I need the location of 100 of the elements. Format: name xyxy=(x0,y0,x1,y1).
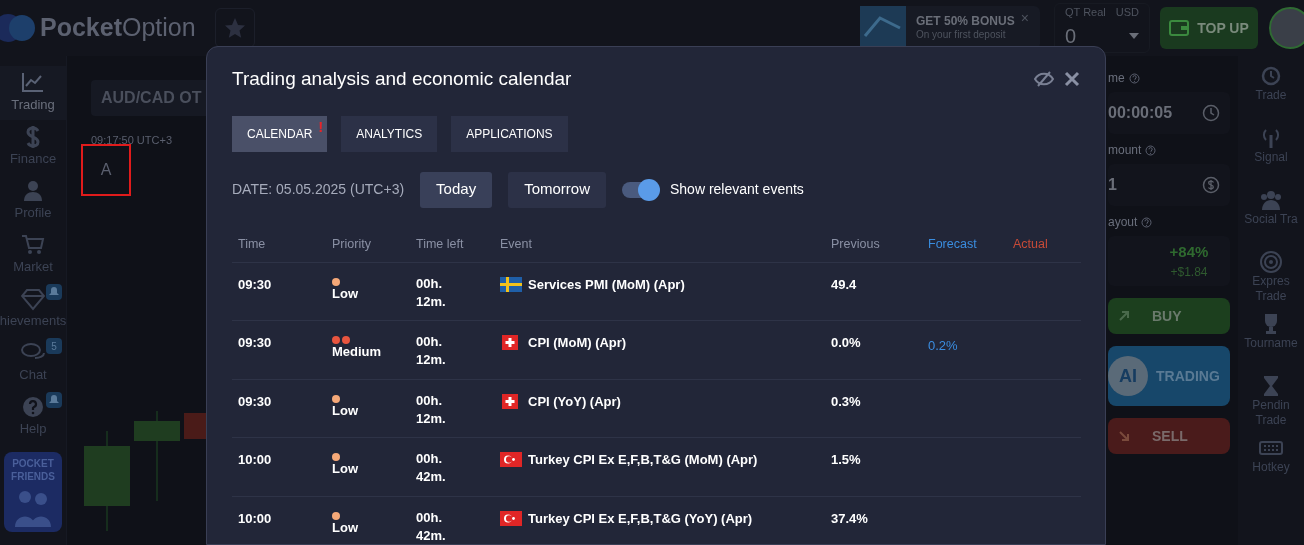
day-button[interactable]: Today xyxy=(420,171,493,208)
clock-icon xyxy=(1202,104,1220,122)
sell-button[interactable]: SELL xyxy=(1108,418,1230,454)
logo-text: PocketOption xyxy=(40,12,196,44)
payout-label: ayout xyxy=(1108,214,1138,231)
forecast-cell: 0.2% xyxy=(928,338,958,353)
eye-off-icon xyxy=(1034,71,1054,88)
right-sidebar-item[interactable]: Signal xyxy=(1238,126,1304,182)
previous-cell-text: 1.5% xyxy=(831,451,862,469)
day-button[interactable]: Tomorrow xyxy=(508,171,606,208)
column-header[interactable]: Event xyxy=(500,235,831,254)
event-cell-text: Services PMI (MoM) (Apr) xyxy=(528,275,685,294)
account-type: QT Real xyxy=(1065,5,1106,20)
time-left-cell-text: 00h. 12m. xyxy=(416,274,447,311)
wallet-icon xyxy=(1169,20,1190,36)
account-balance: 0 xyxy=(1065,23,1077,49)
target-icon xyxy=(1259,250,1283,274)
turkey-flag-icon xyxy=(500,510,522,526)
close-bonus-button[interactable]: × xyxy=(1020,8,1029,29)
dialog-title: Trading analysis and economic calendar xyxy=(232,67,572,91)
previous-cell-text: 0.3% xyxy=(831,392,862,411)
column-header[interactable]: Actual xyxy=(1013,235,1085,254)
sidebar-item[interactable]: Chat 5 xyxy=(0,336,66,390)
avatar-icon xyxy=(1268,6,1304,50)
previous-cell-text: 0.0% xyxy=(831,334,862,352)
payout-percent: +84% xyxy=(1169,241,1209,262)
help-icon xyxy=(21,395,45,420)
top-up-button[interactable]: TOP UP xyxy=(1160,7,1258,49)
time-label: me xyxy=(1108,70,1125,87)
priority-label: Low xyxy=(332,402,359,419)
event-cell-text: Turkey CPI Ex E,F,B,T&G (YoY) (Apr) xyxy=(528,509,753,528)
close-icon xyxy=(1064,71,1080,88)
time-left-cell-text: 00h. 12m. xyxy=(416,333,447,369)
date-label: DATE: 05.05.2025 (UTC+3) xyxy=(232,180,405,199)
dollar-circle-icon xyxy=(1202,176,1220,194)
toggle-label: Show relevant events xyxy=(670,180,804,199)
amount-field[interactable]: 1 xyxy=(1108,164,1230,206)
help-icon xyxy=(1145,144,1157,156)
right-sidebar-item[interactable]: Expres Trade xyxy=(1238,250,1304,306)
previous-cell-text: 37.4% xyxy=(831,509,869,528)
column-header[interactable]: Time xyxy=(238,235,332,254)
ai-badge: AI xyxy=(1108,356,1148,396)
column-header[interactable]: Forecast xyxy=(928,235,1013,254)
right-sidebar-item[interactable]: Social Tra xyxy=(1238,188,1304,244)
person-icon xyxy=(21,179,45,204)
time-cell-text: 09:30 xyxy=(238,392,273,411)
right-sidebar-item[interactable]: Trade xyxy=(1238,64,1304,120)
sidebar-item[interactable]: Finance xyxy=(0,120,66,174)
arrow-up-icon xyxy=(1118,310,1130,322)
event-cell-text: CPI (MoM) (Apr) xyxy=(528,334,627,352)
logo-icon xyxy=(0,13,36,43)
time-left-cell-text: 00h. 42m. xyxy=(416,450,447,486)
sidebar-item[interactable]: Market xyxy=(0,228,66,282)
ai-trading-button[interactable]: AI TRADING xyxy=(1108,346,1230,406)
sidebar-item[interactable]: Profile xyxy=(0,174,66,228)
time-cell-text: 09:30 xyxy=(238,275,273,294)
event-cell-text: Turkey CPI Ex E,F,B,T&G (MoM) (Apr) xyxy=(528,451,758,469)
help-icon xyxy=(1128,72,1140,84)
right-sidebar-item[interactable]: Tourname xyxy=(1238,312,1304,368)
account-currency: USD xyxy=(1115,5,1139,20)
column-header[interactable]: Time left xyxy=(416,235,500,254)
tab[interactable]: APPLICATIONS xyxy=(451,115,568,152)
sidebar-item[interactable]: Help xyxy=(0,390,66,444)
time-left-cell-text: 00h. 42m. xyxy=(416,508,447,545)
time-cell-text: 09:30 xyxy=(238,334,273,352)
right-sidebar-item[interactable]: Hotkey xyxy=(1238,436,1304,492)
sidebar-item[interactable]: Trading xyxy=(0,66,66,120)
time-left-cell-text: 00h. 12m. xyxy=(416,391,447,428)
diamond-icon xyxy=(21,287,45,312)
sweden-flag-icon xyxy=(500,276,522,292)
history-icon xyxy=(1259,64,1283,88)
column-header[interactable]: Previous xyxy=(831,235,928,254)
count-badge: 5 xyxy=(46,338,62,354)
caret-icon xyxy=(1129,32,1139,39)
time-cell-text: 10:00 xyxy=(238,509,273,528)
buy-button[interactable]: BUY xyxy=(1108,298,1230,334)
previous-cell-text: 49.4 xyxy=(831,275,858,294)
priority-label: Low xyxy=(332,285,359,302)
priority-label: Low xyxy=(332,519,359,536)
bonus-title: GET 50% BONUS xyxy=(916,14,1015,30)
priority-label: Low xyxy=(332,461,359,478)
star-icon xyxy=(224,17,246,39)
account-selector[interactable]: QT Real USD 0 xyxy=(1054,3,1150,53)
payout-amount: +$1.84 xyxy=(1170,264,1208,282)
turkey-flag-icon xyxy=(500,452,522,468)
column-header[interactable]: Priority xyxy=(332,235,416,254)
chart-marker[interactable]: A xyxy=(81,144,131,196)
hide-button[interactable] xyxy=(1034,71,1054,88)
relevant-toggle[interactable] xyxy=(622,181,658,198)
right-sidebar-item[interactable]: Pendin Trade xyxy=(1238,374,1304,430)
alert-mark: ! xyxy=(318,116,324,137)
close-button[interactable] xyxy=(1064,71,1080,88)
help-icon xyxy=(1141,216,1153,228)
arrow-down-icon xyxy=(1118,430,1130,442)
tab[interactable]: CALENDAR ! xyxy=(232,115,328,152)
time-cell-text: 10:00 xyxy=(238,451,273,469)
tab[interactable]: ANALYTICS xyxy=(341,115,438,152)
sidebar-item[interactable]: hievements xyxy=(0,282,66,336)
people-icon xyxy=(1259,188,1283,212)
time-field[interactable]: 00:00:05 xyxy=(1108,92,1230,134)
